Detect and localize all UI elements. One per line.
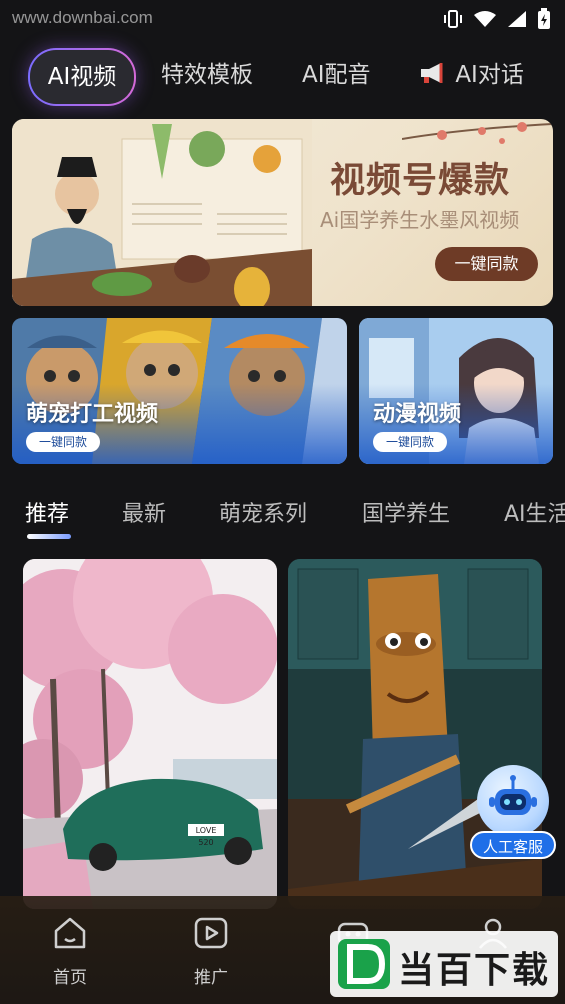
- tab-ai-chat-label: AI对话: [455, 62, 524, 88]
- brand-logo-icon: [338, 939, 390, 989]
- tab-ai-video[interactable]: AI视频: [28, 48, 136, 106]
- megaphone-icon: [418, 62, 455, 88]
- category-tab-bar: 推荐 最新 萌宠系列 国学养生 AI生活: [0, 490, 565, 540]
- robot-assistant-icon: [477, 765, 549, 837]
- banner-title: 视频号爆款: [330, 161, 511, 201]
- banner-subtitle: Ai国学养生水墨风视频: [320, 208, 520, 232]
- tab-effect-templates[interactable]: 特效模板: [161, 48, 253, 102]
- vibrate-icon: [443, 10, 463, 32]
- tab-ai-chat[interactable]: AI对话: [418, 48, 524, 102]
- cherry-blossom-car-image: [23, 559, 277, 909]
- wifi-icon: [473, 10, 497, 32]
- ink-painting-scholar-illustration: [12, 119, 312, 306]
- card-anime-label: 动漫视频: [373, 402, 462, 427]
- category-tab-recommended[interactable]: 推荐: [25, 496, 69, 528]
- nav-item-promote[interactable]: 推广: [166, 916, 256, 988]
- customer-service-float[interactable]: 人工客服: [470, 765, 556, 859]
- card-pet-work-video[interactable]: 萌宠打工视频 一键同款: [12, 318, 347, 464]
- play-icon: [193, 917, 229, 955]
- category-tab-guoxue-health[interactable]: 国学养生: [362, 496, 450, 528]
- brand-watermark-text: 当百下载: [398, 950, 551, 991]
- tab-ai-dubbing[interactable]: AI配音: [302, 48, 371, 102]
- card-pet-same-style-button[interactable]: 一键同款: [26, 432, 101, 452]
- nav-label-promote: 推广: [194, 968, 228, 988]
- brand-watermark: 当百下载: [330, 931, 558, 997]
- top-tab-bar: AI视频 特效模板 AI配音 AI对话: [0, 46, 565, 106]
- nav-item-home[interactable]: 首页: [25, 916, 115, 988]
- category-tab-ai-life[interactable]: AI生活: [504, 496, 565, 528]
- feed-item-cherry-car[interactable]: [23, 559, 277, 909]
- signal-icon: [507, 10, 527, 32]
- app-screen: www.downbai.com AI视频 特效模板 AI配音 AI对话 视频号爆…: [0, 0, 565, 1004]
- customer-service-button[interactable]: 人工客服: [470, 831, 556, 859]
- banner-same-style-button[interactable]: 一键同款: [435, 247, 538, 281]
- status-icons: [443, 8, 551, 34]
- category-tab-indicator: [27, 534, 71, 539]
- card-anime-same-style-button[interactable]: 一键同款: [373, 432, 448, 452]
- home-icon: [52, 917, 88, 955]
- card-pet-label: 萌宠打工视频: [26, 402, 159, 427]
- battery-icon: [537, 8, 551, 34]
- nav-label-home: 首页: [53, 968, 87, 988]
- license-plate: LOVE 520: [195, 826, 217, 847]
- status-bar: www.downbai.com: [0, 0, 565, 36]
- card-anime-video[interactable]: 动漫视频 一键同款: [359, 318, 553, 464]
- category-tab-cute-pets[interactable]: 萌宠系列: [219, 496, 307, 528]
- category-tab-latest[interactable]: 最新: [122, 496, 166, 528]
- site-watermark: www.downbai.com: [12, 8, 153, 27]
